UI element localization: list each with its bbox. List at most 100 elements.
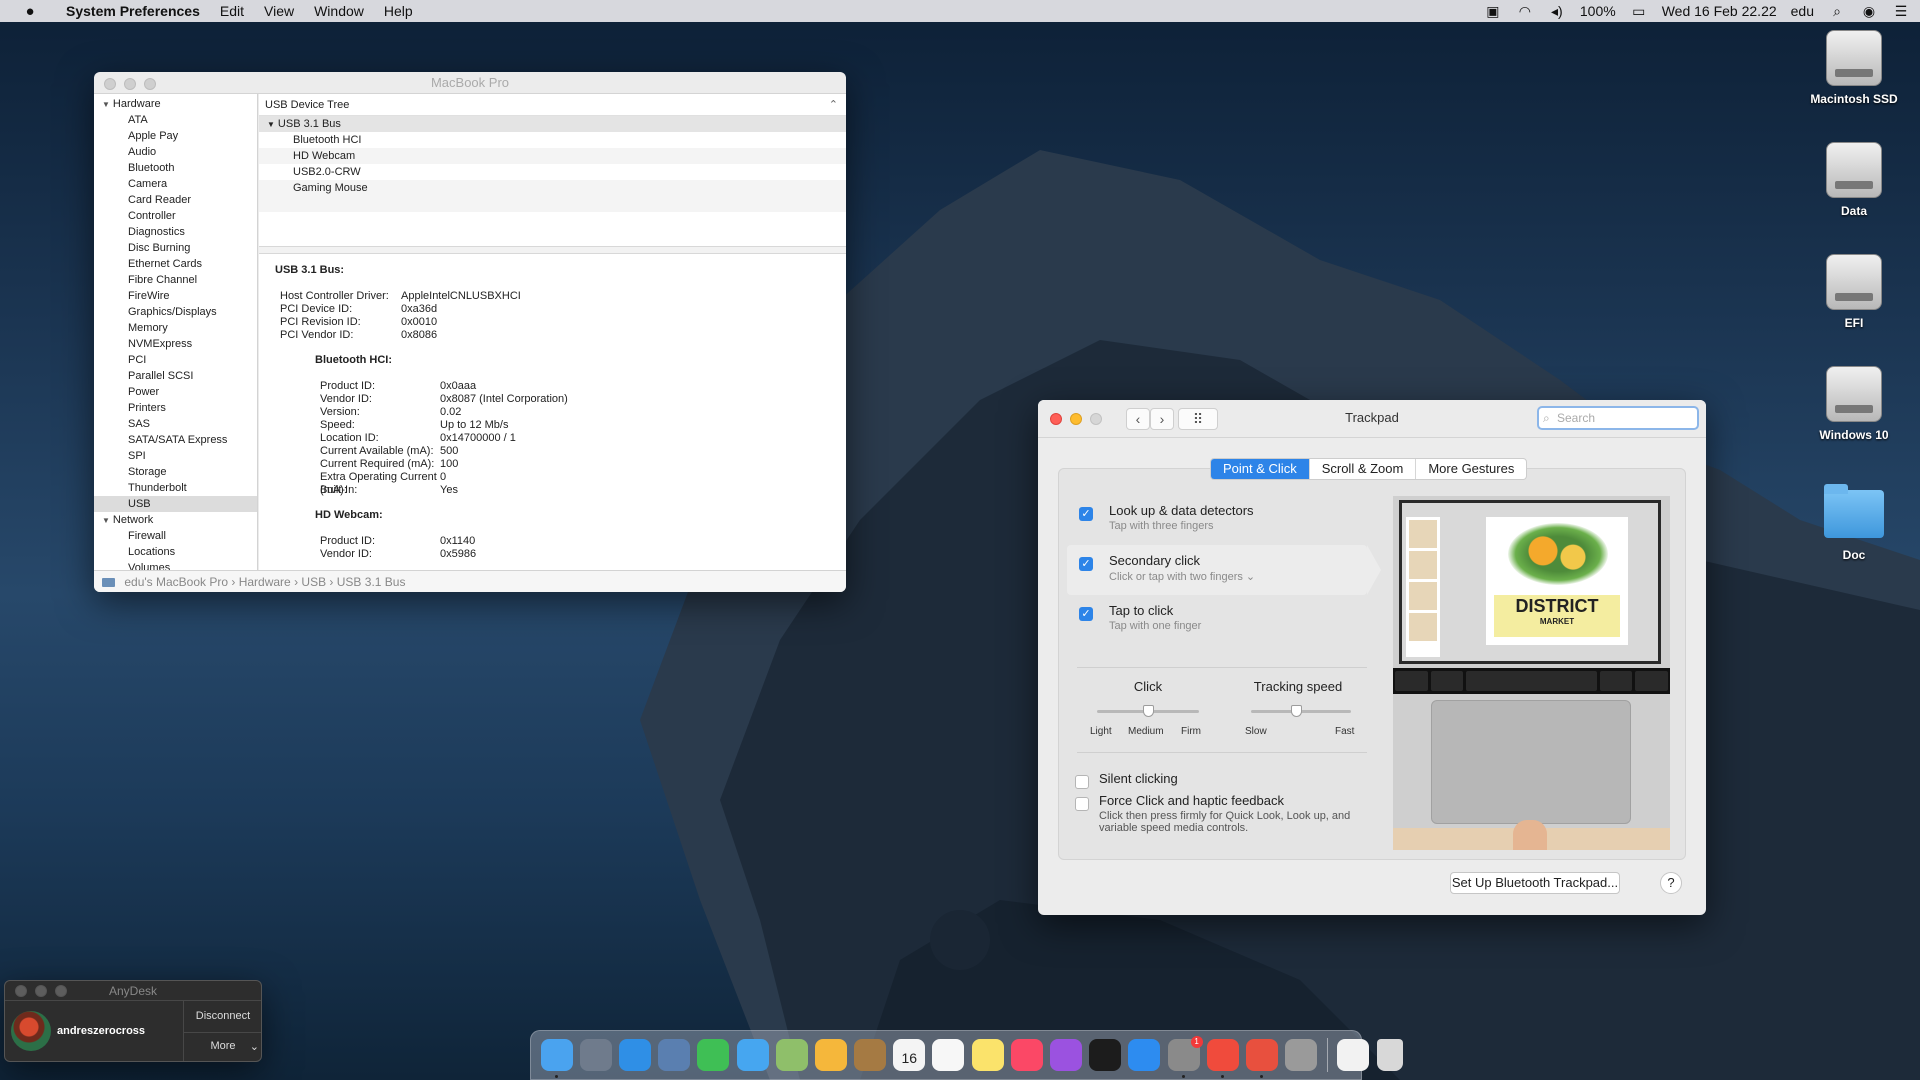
sidebar-item[interactable]: Bluetooth <box>94 160 257 176</box>
tree-row[interactable]: Bluetooth HCI <box>259 132 846 148</box>
reminders-icon[interactable] <box>932 1039 965 1071</box>
sidebar-item[interactable]: Disc Burning <box>94 240 257 256</box>
sidebar-item[interactable]: Printers <box>94 400 257 416</box>
disconnect-button[interactable]: Disconnect <box>183 1010 261 1022</box>
path-item[interactable]: edu's MacBook Pro <box>124 575 228 589</box>
desktop-icon-macintosh-ssd[interactable]: Macintosh SSD <box>1794 30 1914 106</box>
sidebar-item[interactable]: Apple Pay <box>94 128 257 144</box>
tab-point-click[interactable]: Point & Click <box>1211 459 1309 479</box>
minimize-button[interactable] <box>124 78 136 90</box>
sidebar-item[interactable]: Locations <box>94 544 257 560</box>
sidebar-item[interactable]: Controller <box>94 208 257 224</box>
sidebar-item[interactable]: SAS <box>94 416 257 432</box>
volume-icon[interactable]: ◂) <box>1548 3 1566 19</box>
zoom-button[interactable] <box>144 78 156 90</box>
minimize-button[interactable] <box>35 985 47 997</box>
search-input[interactable]: ⌕ Search <box>1537 406 1699 430</box>
anydesk-icon[interactable] <box>1206 1039 1239 1078</box>
sidebar-item[interactable]: Card Reader <box>94 192 257 208</box>
path-item[interactable]: USB 3.1 Bus <box>337 575 406 589</box>
sidebar-item[interactable]: FireWire <box>94 288 257 304</box>
document-icon[interactable] <box>1337 1039 1370 1071</box>
sidebar-item[interactable]: Parallel SCSI <box>94 368 257 384</box>
menu-view[interactable]: View <box>254 3 304 19</box>
music-icon[interactable] <box>1010 1039 1043 1071</box>
menu-help[interactable]: Help <box>374 3 423 19</box>
sidebar-item[interactable]: ATA <box>94 112 257 128</box>
menu-edit[interactable]: Edit <box>210 3 254 19</box>
option-silent-clicking[interactable]: Silent clicking <box>1075 771 1178 789</box>
tree-row[interactable]: HD Webcam <box>259 148 846 164</box>
disk-utility-icon[interactable] <box>1285 1039 1318 1071</box>
option-force-click[interactable]: Force Click and haptic feedback Click th… <box>1075 793 1365 834</box>
close-button[interactable] <box>15 985 27 997</box>
battery-percentage[interactable]: 100% <box>1580 3 1616 19</box>
system-preferences-icon[interactable]: 1 <box>1167 1036 1203 1078</box>
siri-icon[interactable]: ◉ <box>1860 3 1878 19</box>
sidebar-item[interactable]: SATA/SATA Express <box>94 432 257 448</box>
sidebar-item[interactable]: Ethernet Cards <box>94 256 257 272</box>
sidebar-item[interactable]: Memory <box>94 320 257 336</box>
sidebar-item[interactable]: Graphics/Displays <box>94 304 257 320</box>
podcasts-icon[interactable] <box>1050 1039 1083 1071</box>
finder-icon[interactable] <box>540 1039 573 1078</box>
notification-center-icon[interactable]: ☰ <box>1892 3 1910 19</box>
tree-header[interactable]: USB Device Tree <box>259 94 846 116</box>
click-slider-knob[interactable] <box>1142 705 1154 717</box>
anydesk-alt-icon[interactable] <box>1245 1039 1278 1078</box>
desktop-icon-windows-10[interactable]: Windows 10 <box>1794 366 1914 442</box>
split-divider[interactable] <box>259 246 846 254</box>
path-item[interactable]: USB <box>301 575 326 589</box>
tree-row[interactable]: USB2.0-CRW <box>259 164 846 180</box>
more-button[interactable]: More ⌄ <box>183 1040 261 1053</box>
sidebar-section-hardware[interactable]: Hardware <box>94 96 257 112</box>
checkbox-unchecked-icon[interactable] <box>1075 775 1089 789</box>
trash-icon[interactable] <box>1376 1039 1403 1071</box>
tree-row-bus[interactable]: USB 3.1 Bus <box>259 116 846 132</box>
tab-more-gestures[interactable]: More Gestures <box>1415 459 1526 479</box>
sidebar-section-network[interactable]: Network <box>94 512 257 528</box>
maps-icon[interactable] <box>775 1039 808 1071</box>
zoom-button[interactable] <box>55 985 67 997</box>
option-tap-to-click[interactable]: ✓ Tap to click Tap with one finger <box>1079 603 1201 632</box>
desktop-icon-data[interactable]: Data <box>1794 142 1914 218</box>
preview-icon[interactable] <box>658 1039 691 1071</box>
messages-icon[interactable] <box>736 1039 769 1071</box>
apple-menu-icon[interactable]: ● <box>20 3 40 20</box>
sidebar-item[interactable]: Firewall <box>94 528 257 544</box>
sidebar-item[interactable]: Camera <box>94 176 257 192</box>
checkbox-checked-icon[interactable]: ✓ <box>1079 507 1093 521</box>
tab-scroll-zoom[interactable]: Scroll & Zoom <box>1308 459 1416 479</box>
contacts-icon[interactable] <box>854 1039 887 1071</box>
battery-icon[interactable]: ▭ <box>1630 3 1648 19</box>
help-button[interactable]: ? <box>1660 872 1682 894</box>
user-menu[interactable]: edu <box>1791 3 1814 19</box>
photos-icon[interactable] <box>814 1039 847 1071</box>
sidebar-item[interactable]: PCI <box>94 352 257 368</box>
checkbox-checked-icon[interactable]: ✓ <box>1079 557 1093 571</box>
activity-monitor-icon[interactable]: ▣ <box>1484 3 1502 19</box>
desktop-icon-doc[interactable]: Doc <box>1794 484 1914 562</box>
notes-icon[interactable] <box>971 1039 1004 1071</box>
clock[interactable]: Wed 16 Feb 22.22 <box>1662 3 1777 19</box>
desktop-icon-efi[interactable]: EFI <box>1794 254 1914 330</box>
safari-icon[interactable] <box>618 1039 651 1071</box>
launchpad-icon[interactable] <box>579 1039 612 1071</box>
tree-row[interactable]: Gaming Mouse <box>259 180 846 196</box>
checkbox-checked-icon[interactable]: ✓ <box>1079 607 1093 621</box>
option-look-up[interactable]: ✓ Look up & data detectors Tap with thre… <box>1079 503 1254 532</box>
sidebar-item[interactable]: Audio <box>94 144 257 160</box>
sidebar-item[interactable]: Volumes <box>94 560 257 570</box>
apple-tv-icon[interactable] <box>1089 1039 1122 1071</box>
option-secondary-click[interactable]: ✓ Secondary click Click or tap with two … <box>1079 553 1255 583</box>
tracking-speed-slider-knob[interactable] <box>1290 705 1302 717</box>
setup-bluetooth-trackpad-button[interactable]: Set Up Bluetooth Trackpad... <box>1450 872 1620 894</box>
app-store-icon[interactable] <box>1128 1039 1161 1071</box>
sidebar-item[interactable]: Diagnostics <box>94 224 257 240</box>
sidebar-item[interactable]: NVMExpress <box>94 336 257 352</box>
option-hint-dropdown[interactable]: Click or tap with two fingers ⌄ <box>1079 570 1255 583</box>
calendar-icon[interactable]: 16 <box>893 1039 926 1071</box>
sidebar-item[interactable]: Thunderbolt <box>94 480 257 496</box>
menu-window[interactable]: Window <box>304 3 374 19</box>
facetime-icon[interactable] <box>697 1039 730 1071</box>
